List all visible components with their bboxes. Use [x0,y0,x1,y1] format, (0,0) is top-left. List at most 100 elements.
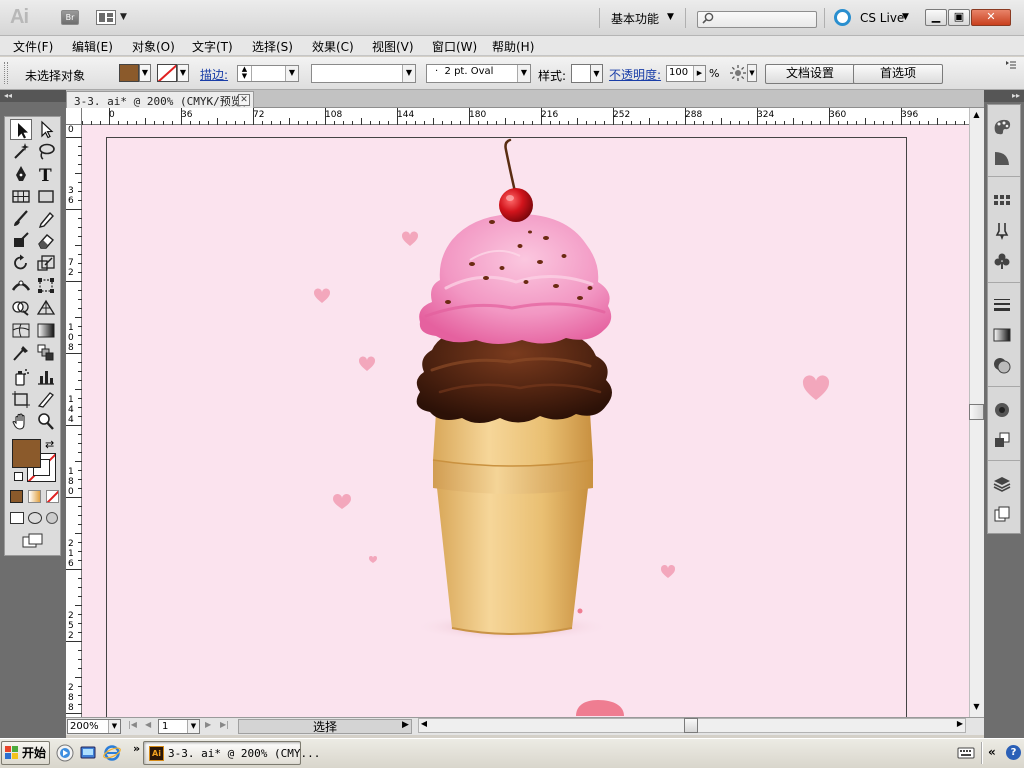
vertical-scroll-thumb[interactable] [969,404,984,420]
horizontal-scroll-thumb[interactable] [684,718,698,733]
artboard-dropdown[interactable]: ▼ [187,720,199,733]
menu-type[interactable]: 文字(T) [192,38,233,55]
pen-tool[interactable] [10,164,32,185]
opacity-panel-link[interactable]: 不透明度: [609,66,661,83]
variable-width-dropdown[interactable]: ▼ [402,65,415,82]
eraser-tool[interactable] [35,230,57,251]
stroke-color-swatch[interactable] [157,64,177,82]
cs-live-menu[interactable]: CS Live [860,11,904,25]
width-tool[interactable] [10,275,32,296]
color-guide-panel-icon[interactable] [991,148,1013,168]
draw-normal-icon[interactable] [10,512,24,524]
first-artboard-icon[interactable]: |◀ [128,720,137,729]
maximize-button[interactable]: ▣ [948,9,970,26]
rotate-tool[interactable] [10,253,32,274]
slice-tool[interactable] [35,389,57,410]
panel-grip[interactable] [4,62,8,84]
search-input[interactable] [697,11,817,28]
arrange-documents-icon[interactable] [96,10,116,25]
recolor-dropdown[interactable]: ▼ [747,64,757,82]
menu-view[interactable]: 视图(V) [372,38,414,55]
scale-tool[interactable] [35,253,57,274]
quick-launch-more[interactable]: » [133,742,140,755]
ruler-origin[interactable] [66,108,82,125]
bridge-button[interactable]: Br [61,10,79,25]
menu-select[interactable]: 选择(S) [252,38,293,55]
menu-object[interactable]: 对象(O) [132,38,175,55]
stroke-weight-dropdown[interactable]: ▼ [285,66,298,81]
zoom-tool[interactable] [35,411,57,432]
shape-builder-tool[interactable] [10,297,32,318]
fill-color-box-front[interactable] [12,439,41,468]
chevron-down-icon[interactable]: ▼ [667,12,674,22]
scroll-up-arrow[interactable]: ▲ [969,110,984,124]
chevron-down-icon[interactable]: ▼ [120,12,127,22]
variable-width-profile[interactable] [311,64,416,83]
menu-file[interactable]: 文件(F) [13,38,53,55]
direct-selection-tool[interactable] [35,119,57,140]
preferences-button[interactable]: 首选项 [853,64,943,84]
menu-help[interactable]: 帮助(H) [492,38,534,55]
blob-brush-tool[interactable] [10,230,32,251]
artboard-tool[interactable] [10,389,32,410]
expand-panels-button[interactable]: ▸▸ [984,90,1024,102]
menu-effect[interactable]: 效果(C) [312,38,354,55]
appearance-panel-icon[interactable] [991,400,1013,420]
symbol-sprayer-tool[interactable] [10,366,32,387]
hand-tool[interactable] [10,411,32,432]
minimize-button[interactable]: ▁ [925,9,947,26]
tray-expand-icon[interactable]: « [988,745,996,759]
swatches-panel-icon[interactable] [991,191,1013,211]
stroke-panel-link[interactable]: 描边: [200,66,228,83]
pencil-tool[interactable] [35,208,57,229]
color-panel-icon[interactable] [991,117,1013,137]
screen-mode-icon[interactable] [22,533,44,548]
stroke-weight-stepper[interactable]: ▲ ▼ [238,66,252,81]
menu-edit[interactable]: 编辑(E) [72,38,113,55]
scroll-right-arrow[interactable]: ▶ [954,719,966,728]
selection-tool[interactable] [10,119,32,140]
workspace-switcher[interactable]: 基本功能 [611,10,659,27]
none-mode-button[interactable] [46,490,59,503]
graphic-style-swatch[interactable] [571,64,591,83]
mesh-tool[interactable] [10,320,32,341]
last-artboard-icon[interactable]: ▶| [220,720,229,729]
eyedropper-tool[interactable] [10,342,32,363]
line-segment-tool[interactable] [10,186,32,207]
scroll-down-arrow[interactable]: ▼ [969,702,984,716]
brushes-panel-icon[interactable] [991,221,1013,241]
perspective-grid-tool[interactable] [35,297,57,318]
stroke-panel-icon[interactable] [991,295,1013,315]
draw-inside-icon[interactable] [46,512,58,524]
default-colors-icon[interactable] [14,472,23,481]
transparency-panel-icon[interactable] [991,355,1013,375]
paintbrush-tool[interactable] [10,208,32,229]
document-setup-button[interactable]: 文档设置 [765,64,855,84]
layers-panel-icon[interactable] [991,474,1013,494]
recolor-artwork-icon[interactable] [729,64,747,82]
rectangle-tool[interactable] [35,186,57,207]
next-artboard-icon[interactable]: ▶ [205,720,211,729]
fill-dropdown[interactable]: ▼ [139,64,151,82]
graphic-style-dropdown[interactable]: ▼ [590,64,603,83]
zoom-dropdown[interactable]: ▼ [108,720,120,733]
lasso-tool[interactable] [35,141,57,162]
artboards-panel-icon[interactable] [991,504,1013,524]
color-mode-button[interactable] [10,490,23,503]
scroll-left-arrow[interactable]: ◀ [418,719,430,728]
show-desktop-icon[interactable] [79,744,97,762]
internet-explorer-icon[interactable] [103,744,121,762]
blend-tool[interactable] [35,342,57,363]
media-player-icon[interactable] [56,744,74,762]
magic-wand-tool[interactable] [10,141,32,162]
help-icon[interactable]: ? [1006,745,1021,760]
opacity-slider-toggle[interactable]: ▶ [693,66,705,81]
status-menu-arrow[interactable]: ▶ [402,720,409,730]
gradient-mode-button[interactable] [28,490,41,503]
brush-dropdown[interactable]: ▼ [517,65,530,82]
swap-fill-stroke-icon[interactable]: ⇄ [45,438,54,451]
collapse-panel-button[interactable]: ◂◂ [0,90,66,102]
symbols-panel-icon[interactable] [991,251,1013,271]
prev-artboard-icon[interactable]: ◀ [145,720,151,729]
free-transform-tool[interactable] [35,275,57,296]
